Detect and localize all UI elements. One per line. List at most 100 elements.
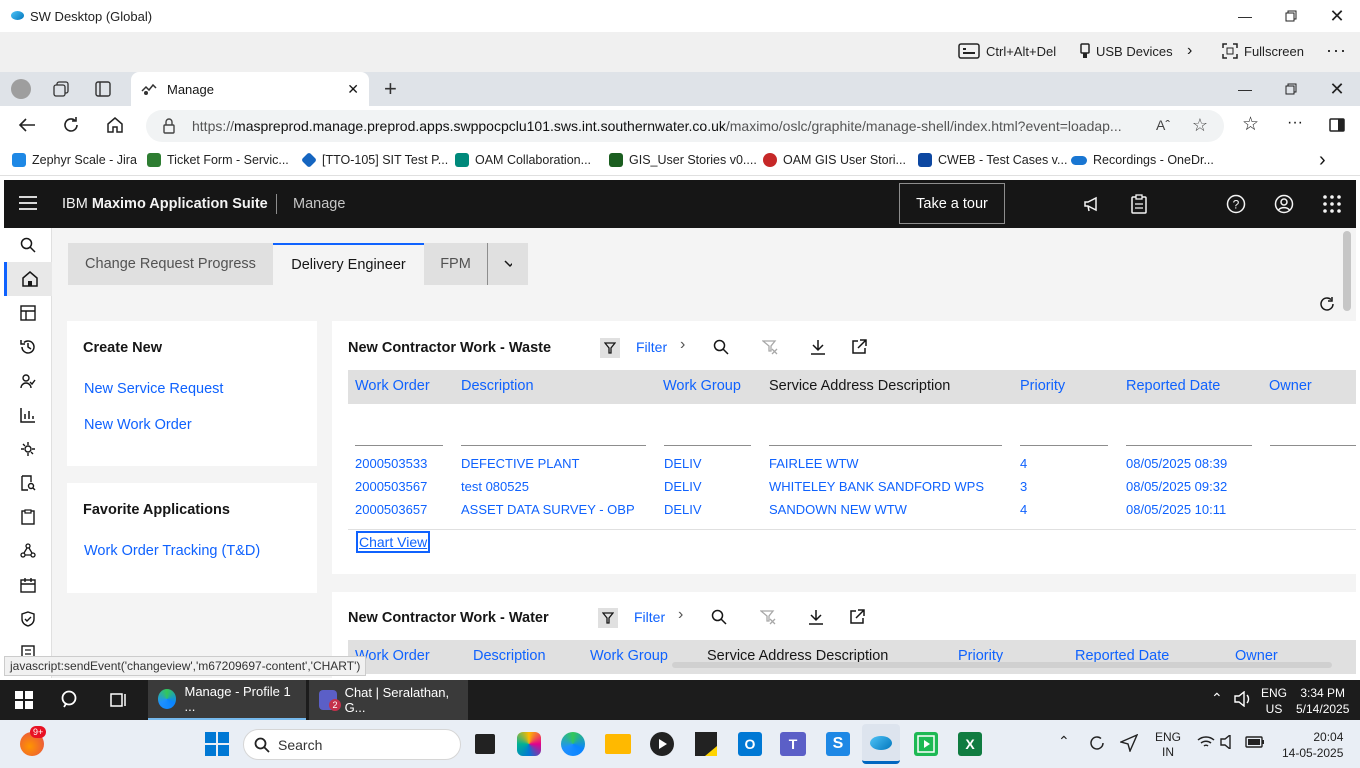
download-icon[interactable] xyxy=(810,339,826,355)
filter-input-priority[interactable] xyxy=(1020,445,1108,446)
sw-desktop-taskbar-icon[interactable] xyxy=(862,724,900,764)
filter-input-owner[interactable] xyxy=(1270,445,1356,446)
new-tab-icon[interactable]: + xyxy=(384,76,397,102)
column-header-work-order[interactable]: Work Order xyxy=(355,378,430,394)
hamburger-menu-icon[interactable] xyxy=(19,196,37,210)
tray-chevron-up-icon[interactable]: ⌃ xyxy=(1058,733,1070,750)
taskbar-app-teams-chat[interactable]: 2 Chat | Seralathan, G... xyxy=(309,680,468,720)
bookmark-7[interactable]: CWEB - Test Cases v... xyxy=(918,153,1067,167)
task-view-icon[interactable] xyxy=(110,691,128,709)
bookmarks-overflow-chevron-icon[interactable]: › xyxy=(1319,149,1326,172)
language-indicator[interactable]: ENG IN xyxy=(1155,730,1181,760)
tabs-overflow-chevron-down-icon[interactable] xyxy=(487,243,528,285)
favorite-star-icon[interactable]: ☆ xyxy=(1192,115,1208,136)
column-header-work-group[interactable]: Work Group xyxy=(590,648,668,664)
column-header-work-group[interactable]: Work Group xyxy=(663,378,741,394)
clipboard-icon[interactable] xyxy=(1130,194,1148,214)
column-header-owner[interactable]: Owner xyxy=(1269,378,1312,394)
download-icon[interactable] xyxy=(808,609,824,625)
announcement-icon[interactable] xyxy=(1082,194,1102,214)
browser-close-icon[interactable]: ✕ xyxy=(1314,72,1360,106)
sw-app-icon[interactable]: S xyxy=(826,732,850,756)
bookmark-3[interactable]: [TTO-105] SIT Test P... xyxy=(301,152,448,168)
column-header-reported-date[interactable]: Reported Date xyxy=(1126,378,1220,394)
filter-input-reported-date[interactable] xyxy=(1126,445,1252,446)
column-header-description[interactable]: Description xyxy=(473,648,546,664)
nav-calendar-icon[interactable] xyxy=(4,568,52,602)
nav-search-doc-icon[interactable] xyxy=(4,466,52,500)
close-icon[interactable]: ✕ xyxy=(1314,0,1360,32)
filter-input-work-order[interactable] xyxy=(355,445,443,446)
ctrl-alt-del-button[interactable]: Ctrl+Alt+Del xyxy=(958,43,1056,59)
product-name[interactable]: IBM Maximo Application Suite xyxy=(62,196,268,212)
chart-view-link[interactable]: Chart View xyxy=(356,531,431,553)
tab-delivery-engineer[interactable]: Delivery Engineer xyxy=(273,243,424,285)
search-icon[interactable] xyxy=(713,339,729,355)
task-view-icon[interactable] xyxy=(475,734,495,754)
nav-dashboard-icon[interactable] xyxy=(4,296,52,330)
excel-icon[interactable]: X xyxy=(958,732,982,756)
help-icon[interactable]: ? xyxy=(1226,194,1246,214)
tray-chevron-up-icon[interactable]: ⌃ xyxy=(1211,690,1223,707)
restore-icon[interactable] xyxy=(1268,0,1314,32)
user-profile-icon[interactable] xyxy=(1274,194,1294,214)
clock[interactable]: 3:34 PM 5/14/2025 xyxy=(1296,685,1349,717)
windows-start-icon[interactable] xyxy=(205,732,229,756)
language-indicator[interactable]: ENG US xyxy=(1261,685,1287,717)
filter-expand-chevron-icon[interactable]: › xyxy=(678,606,683,624)
tab-change-request-progress[interactable]: Change Request Progress xyxy=(68,243,273,285)
profile-avatar[interactable] xyxy=(11,79,31,99)
taskbar-search-icon[interactable] xyxy=(61,690,81,710)
take-a-tour-button[interactable]: Take a tour xyxy=(899,183,1005,224)
teams-icon[interactable]: T xyxy=(780,732,806,756)
waste-filter-link[interactable]: Filter xyxy=(636,339,667,355)
nav-network-icon[interactable] xyxy=(4,534,52,568)
new-work-order-link[interactable]: New Work Order xyxy=(84,417,192,433)
cell-work-order[interactable]: 2000503567 xyxy=(355,479,427,494)
taskbar-search-box[interactable]: Search xyxy=(243,729,461,760)
home-icon[interactable] xyxy=(106,116,124,134)
bookmark-4[interactable]: OAM Collaboration... xyxy=(455,153,591,167)
nav-history-icon[interactable] xyxy=(4,330,52,364)
nav-shield-icon[interactable] xyxy=(4,602,52,636)
tab-fpm[interactable]: FPM xyxy=(424,243,487,285)
column-header-description[interactable]: Description xyxy=(461,378,534,394)
more-options-icon[interactable]: ··· xyxy=(1326,40,1347,61)
bookmark-8[interactable]: Recordings - OneDr... xyxy=(1071,153,1214,167)
firefox-icon[interactable]: 9+ xyxy=(20,726,47,756)
filter-expand-chevron-icon[interactable]: › xyxy=(680,336,685,354)
nav-tools-icon[interactable] xyxy=(4,432,52,466)
bookmark-5[interactable]: GIS_User Stories v0.... xyxy=(609,153,757,167)
media-player-icon[interactable] xyxy=(650,732,674,756)
clear-filter-icon[interactable] xyxy=(760,609,776,625)
sidebar-toggle-icon[interactable] xyxy=(1329,118,1345,132)
back-icon[interactable] xyxy=(18,116,36,134)
column-header-priority[interactable]: Priority xyxy=(1020,378,1065,394)
tab-close-icon[interactable]: ✕ xyxy=(347,81,359,98)
outlook-icon[interactable]: O xyxy=(738,732,762,756)
location-icon[interactable] xyxy=(1120,734,1138,752)
cell-work-order[interactable]: 2000503657 xyxy=(355,502,427,517)
new-service-request-link[interactable]: New Service Request xyxy=(84,381,223,397)
wifi-icon[interactable] xyxy=(1197,735,1215,749)
search-icon[interactable] xyxy=(711,609,727,625)
sticky-notes-icon[interactable] xyxy=(695,732,717,756)
address-bar[interactable]: https://maspreprod.manage.preprod.apps.s… xyxy=(146,110,1224,142)
clear-filter-icon[interactable] xyxy=(762,339,778,355)
usb-devices-button[interactable]: USB Devices xyxy=(1080,43,1173,59)
nav-user-check-icon[interactable] xyxy=(4,364,52,398)
bookmark-1[interactable]: Zephyr Scale - Jira xyxy=(12,153,137,167)
settings-more-icon[interactable]: ··· xyxy=(1287,114,1303,132)
refresh-icon[interactable] xyxy=(62,116,80,134)
launch-icon[interactable] xyxy=(851,339,867,355)
workspaces-icon[interactable] xyxy=(53,81,69,97)
media-app-icon[interactable] xyxy=(914,732,938,756)
nav-home-icon[interactable] xyxy=(4,262,52,296)
water-filter-link[interactable]: Filter xyxy=(634,609,665,625)
nav-search-icon[interactable] xyxy=(4,228,52,262)
taskbar-app-manage[interactable]: Manage - Profile 1 ... xyxy=(148,680,306,720)
tab-actions-icon[interactable] xyxy=(95,81,111,97)
filter-input-description[interactable] xyxy=(461,445,646,446)
battery-icon[interactable] xyxy=(1245,736,1265,748)
browser-restore-icon[interactable] xyxy=(1268,72,1314,106)
